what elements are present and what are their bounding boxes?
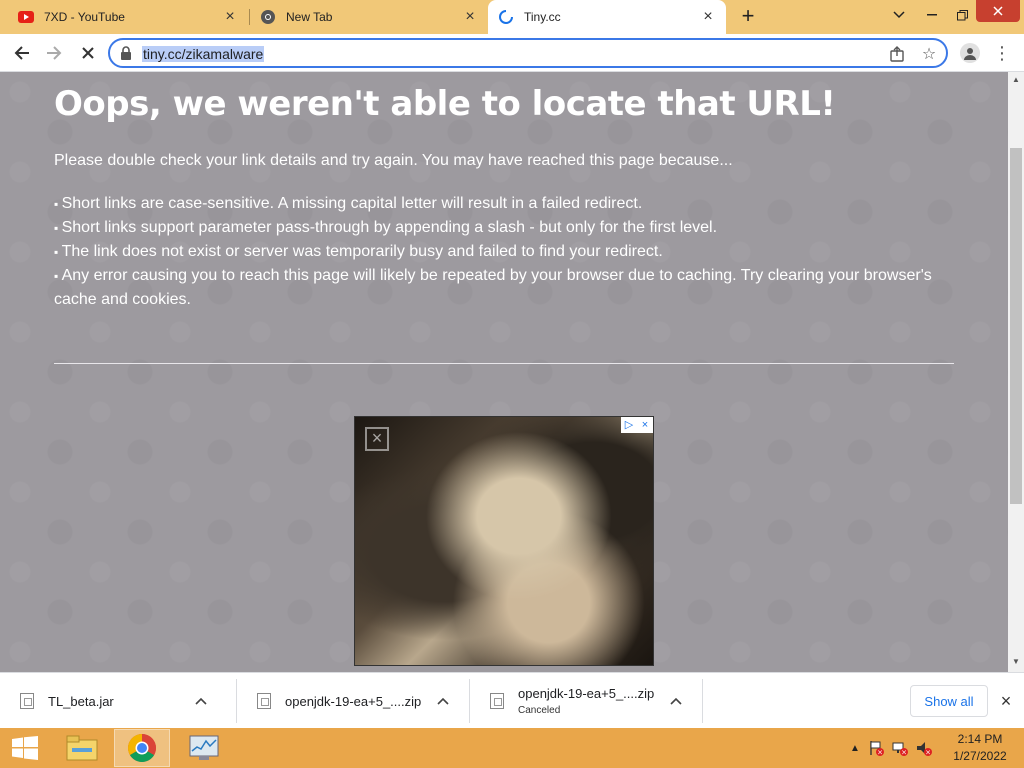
list-item: Any error causing you to reach this page… <box>54 264 954 311</box>
scroll-down-arrow-icon[interactable]: ▼ <box>1012 658 1020 666</box>
svg-text:×: × <box>925 749 931 757</box>
tab-youtube[interactable]: 7XD - YouTube × <box>8 0 248 34</box>
forward-button[interactable] <box>42 41 66 65</box>
restore-button[interactable] <box>946 0 978 30</box>
tab-title: Tiny.cc <box>524 10 561 24</box>
chevron-up-icon[interactable] <box>668 693 684 709</box>
youtube-icon <box>18 9 34 25</box>
list-item: Short links are case-sensitive. A missin… <box>54 192 954 216</box>
chrome-taskbar-icon[interactable] <box>114 729 170 767</box>
ad-dismiss-icon[interactable]: × <box>637 417 653 433</box>
lock-icon[interactable] <box>120 46 134 60</box>
file-icon <box>257 693 271 709</box>
intro-text: Please double check your link details an… <box>54 152 733 169</box>
avatar-icon <box>960 43 980 63</box>
download-filename: TL_beta.jar <box>48 693 114 709</box>
download-filename: openjdk-19-ea+5_....zip <box>518 686 655 701</box>
advertisement-video[interactable]: × ▷ × <box>354 416 654 666</box>
svg-text:×: × <box>877 749 883 757</box>
download-item[interactable]: TL_beta.jar <box>0 679 237 723</box>
tab-new-tab[interactable]: New Tab × <box>250 0 488 34</box>
url-text[interactable]: tiny.cc/zikamalware <box>142 46 265 62</box>
download-item[interactable]: openjdk-19-ea+5_....zip Canceled <box>470 679 703 723</box>
profile-button[interactable] <box>958 41 982 65</box>
download-item[interactable]: openjdk-19-ea+5_....zip <box>237 679 470 723</box>
new-tab-button[interactable]: + <box>736 5 760 29</box>
clock-date: 1/27/2022 <box>953 749 1007 763</box>
ad-close-icon[interactable]: × <box>365 427 389 451</box>
adchoices-badge[interactable]: ▷ × <box>621 417 653 433</box>
close-tab-icon[interactable]: × <box>700 9 716 25</box>
volume-muted-icon[interactable]: × <box>912 740 936 756</box>
browser-toolbar: tiny.cc/zikamalware ☆ ⋮ <box>0 34 1024 72</box>
tab-title: 7XD - YouTube <box>44 10 125 24</box>
tab-strip: 7XD - YouTube × New Tab × Tiny.cc × + <box>0 0 1024 34</box>
window-close-button[interactable] <box>976 0 1020 22</box>
download-status: Canceled <box>518 705 561 716</box>
share-icon[interactable] <box>888 45 906 63</box>
download-filename: openjdk-19-ea+5_....zip <box>285 693 422 709</box>
adchoices-icon[interactable]: ▷ <box>621 417 637 433</box>
windows-taskbar: ▲ × × × 2:14 PM 1/27/2022 <box>0 728 1024 768</box>
system-tray: ▲ × × × <box>850 728 936 768</box>
bookmark-star-icon[interactable]: ☆ <box>920 45 938 63</box>
close-tab-icon[interactable]: × <box>222 9 238 25</box>
close-tab-icon[interactable]: × <box>462 9 478 25</box>
chevron-up-icon[interactable] <box>193 693 209 709</box>
list-item: The link does not exist or server was te… <box>54 240 954 264</box>
reasons-list: Short links are case-sensitive. A missin… <box>54 192 954 311</box>
svg-text:×: × <box>901 749 907 757</box>
menu-kebab-icon[interactable]: ⋮ <box>990 41 1014 65</box>
task-manager-icon[interactable] <box>176 729 232 767</box>
tab-search-chevron-icon[interactable] <box>883 0 915 30</box>
vertical-scrollbar[interactable]: ▲ ▼ <box>1008 72 1024 672</box>
file-explorer-icon[interactable] <box>54 729 110 767</box>
loading-spinner-icon <box>498 9 514 25</box>
tab-tinycc[interactable]: Tiny.cc × <box>488 0 726 34</box>
page-title: Oops, we weren't able to locate that URL… <box>54 84 836 124</box>
divider <box>54 363 954 364</box>
back-button[interactable] <box>10 41 34 65</box>
file-icon <box>490 693 504 709</box>
scroll-up-arrow-icon[interactable]: ▲ <box>1012 76 1020 84</box>
list-item: Short links support parameter pass-throu… <box>54 216 954 240</box>
chevron-up-icon[interactable] <box>435 693 451 709</box>
action-center-flag-icon[interactable]: × <box>864 740 888 756</box>
clock-time: 2:14 PM <box>957 732 1003 746</box>
windows-logo-icon <box>12 736 38 760</box>
taskbar-clock[interactable]: 2:14 PM 1/27/2022 <box>944 731 1016 765</box>
address-bar[interactable]: tiny.cc/zikamalware ☆ <box>108 38 948 68</box>
scrollbar-thumb[interactable] <box>1010 148 1022 504</box>
minimize-button[interactable] <box>916 0 948 30</box>
close-download-bar-icon[interactable]: × <box>996 691 1016 711</box>
show-all-button[interactable]: Show all <box>910 685 988 717</box>
show-hidden-icons-icon[interactable]: ▲ <box>850 743 864 754</box>
page-content: Oops, we weren't able to locate that URL… <box>0 72 1008 672</box>
file-icon <box>20 693 34 709</box>
download-bar: TL_beta.jar openjdk-19-ea+5_....zip open… <box>0 672 1024 728</box>
tab-title: New Tab <box>286 10 333 24</box>
chrome-icon <box>260 9 276 25</box>
network-icon[interactable]: × <box>888 740 912 756</box>
start-button[interactable] <box>0 729 50 767</box>
stop-loading-button[interactable] <box>76 41 100 65</box>
